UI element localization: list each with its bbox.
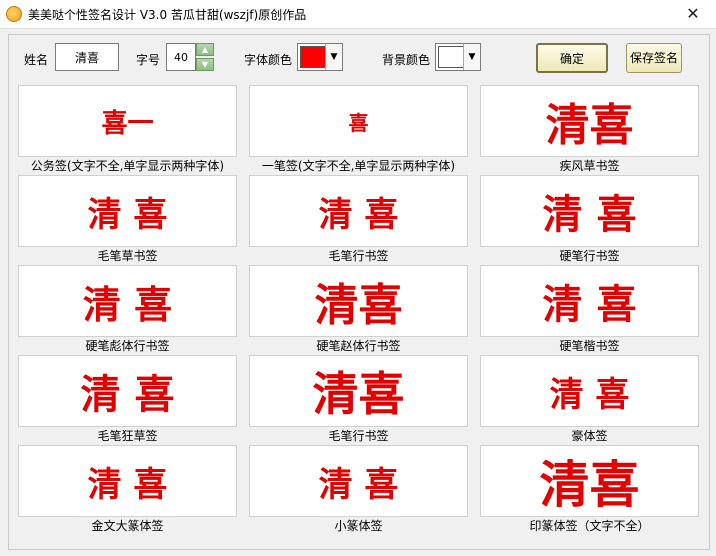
signature-caption: 毛笔行书签 xyxy=(328,249,389,263)
size-label: 字号 xyxy=(136,53,161,67)
close-button[interactable]: ✕ xyxy=(670,0,716,28)
save-signature-button[interactable]: 保存签名 xyxy=(626,43,682,73)
signature-text: 清喜 xyxy=(312,367,405,421)
signature-caption: 毛笔草书签 xyxy=(97,249,158,263)
signature-card[interactable]: 清 喜金文大篆体签 xyxy=(18,445,237,535)
signature-preview[interactable]: 清 喜 xyxy=(249,175,468,247)
bg-color-picker[interactable]: ▼ xyxy=(435,43,481,71)
signature-card[interactable]: 清 喜小篆体签 xyxy=(249,445,468,535)
spin-down-icon[interactable]: ▼ xyxy=(196,58,214,71)
signature-text: 清 喜 xyxy=(80,371,175,418)
signature-card[interactable]: 清 喜毛笔行书签 xyxy=(249,175,468,265)
signature-caption: 疾风草书签 xyxy=(559,159,620,173)
window-title: 美美哒个性签名设计 V3.0 苦瓜甘甜(wszjf)原创作品 xyxy=(28,8,307,22)
signature-preview[interactable]: 清喜 xyxy=(249,355,468,427)
signature-card[interactable]: 清喜 毛笔行书签 xyxy=(249,355,468,445)
bg-color-swatch xyxy=(438,46,464,68)
signature-card[interactable]: 清喜 硬笔赵体行书签 xyxy=(249,265,468,355)
signature-card[interactable]: 喜一笔签(文字不全,单字显示两种字体) xyxy=(249,85,468,175)
font-color-label: 字体颜色 xyxy=(244,53,293,67)
signature-text: 清 喜 xyxy=(87,464,168,505)
signature-card[interactable]: 清 喜毛笔草书签 xyxy=(18,175,237,265)
signature-text: 清 喜 xyxy=(549,374,630,415)
size-spinner[interactable]: ▲ ▼ xyxy=(196,43,214,71)
signature-text: 清 喜 xyxy=(82,281,173,327)
font-color-swatch xyxy=(300,46,326,68)
signature-card[interactable]: 清喜印篆体签（文字不全） xyxy=(480,445,699,535)
signature-preview[interactable]: 清 喜 xyxy=(480,175,699,247)
signature-text: 清 喜 xyxy=(318,464,399,505)
signature-caption: 一笔签(文字不全,单字显示两种字体) xyxy=(261,159,456,173)
bg-color-label: 背景颜色 xyxy=(382,53,431,67)
signature-text: 清喜 xyxy=(539,455,640,514)
signature-caption: 硬笔行书签 xyxy=(559,249,620,263)
signature-preview[interactable]: 清喜 xyxy=(480,445,699,517)
signature-preview[interactable]: 清 喜 xyxy=(480,355,699,427)
app-icon xyxy=(6,6,22,22)
signature-text: 喜一 xyxy=(101,108,154,139)
signature-card[interactable]: 清 喜毛笔狂草签 xyxy=(18,355,237,445)
signature-text: 清 喜 xyxy=(542,281,637,328)
signature-preview[interactable]: 清 喜 xyxy=(18,265,237,337)
signature-preview[interactable]: 喜 xyxy=(249,85,468,157)
title-bar: 美美哒个性签名设计 V3.0 苦瓜甘甜(wszjf)原创作品 ✕ xyxy=(0,0,716,29)
signature-text: 清喜 xyxy=(545,100,634,151)
chevron-down-icon[interactable]: ▼ xyxy=(463,44,480,70)
signature-caption: 毛笔行书签 xyxy=(328,429,389,443)
signature-caption: 金文大篆体签 xyxy=(91,519,164,533)
signature-preview[interactable]: 清 喜 xyxy=(18,355,237,427)
signature-text: 清 喜 xyxy=(318,194,399,235)
signature-card[interactable]: 清 喜硬笔彪体行书签 xyxy=(18,265,237,355)
signature-text: 清喜 xyxy=(314,280,403,331)
signature-caption: 硬笔赵体行书签 xyxy=(316,339,401,353)
signature-card[interactable]: 清 喜豪体签 xyxy=(480,355,699,445)
name-label: 姓名 xyxy=(24,53,49,67)
signature-preview[interactable]: 清 喜 xyxy=(249,445,468,517)
size-input[interactable]: 40 xyxy=(166,43,196,71)
signature-card[interactable]: 清 喜硬笔楷书签 xyxy=(480,265,699,355)
signature-preview[interactable]: 喜一 xyxy=(18,85,237,157)
signature-preview[interactable]: 清 喜 xyxy=(18,445,237,517)
chevron-down-icon[interactable]: ▼ xyxy=(325,44,342,70)
signature-preview[interactable]: 清喜 xyxy=(480,85,699,157)
signature-text: 清 喜 xyxy=(542,191,637,238)
signature-caption: 硬笔楷书签 xyxy=(559,339,620,353)
signature-preview[interactable]: 清喜 xyxy=(249,265,468,337)
signature-caption: 豪体签 xyxy=(571,429,608,443)
signature-card[interactable]: 清喜 疾风草书签 xyxy=(480,85,699,175)
font-color-picker[interactable]: ▼ xyxy=(297,43,343,71)
signature-caption: 公务签(文字不全,单字显示两种字体) xyxy=(30,159,225,173)
signature-caption: 硬笔彪体行书签 xyxy=(85,339,170,353)
signature-preview[interactable]: 清 喜 xyxy=(18,175,237,247)
signature-caption: 小篆体签 xyxy=(334,519,383,533)
spin-up-icon[interactable]: ▲ xyxy=(196,43,214,56)
signature-text: 清 喜 xyxy=(87,194,168,235)
ok-button[interactable]: 确定 xyxy=(536,43,608,73)
signature-caption: 毛笔狂草签 xyxy=(97,429,158,443)
signature-card[interactable]: 喜一公务签(文字不全,单字显示两种字体) xyxy=(18,85,237,175)
signature-card[interactable]: 清 喜硬笔行书签 xyxy=(480,175,699,265)
signature-text: 喜 xyxy=(348,110,369,135)
signature-caption: 印篆体签（文字不全） xyxy=(529,519,650,533)
signature-preview[interactable]: 清 喜 xyxy=(480,265,699,337)
name-input[interactable]: 清喜 xyxy=(55,43,119,71)
